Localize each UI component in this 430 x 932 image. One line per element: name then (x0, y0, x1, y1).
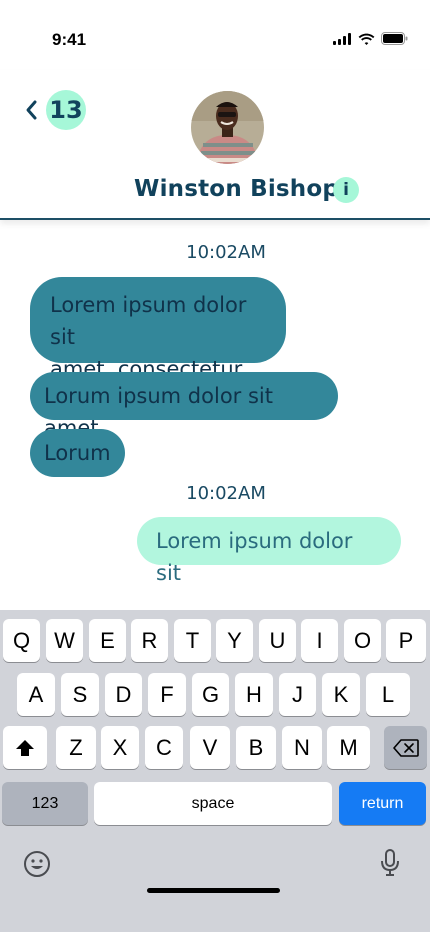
key-v[interactable]: V (190, 726, 230, 769)
battery-icon (381, 32, 408, 45)
key-t[interactable]: T (174, 619, 211, 662)
delete-key[interactable] (384, 726, 427, 769)
chevron-left-icon (24, 90, 44, 130)
back-button[interactable]: 13 (24, 90, 86, 130)
key-a[interactable]: A (17, 673, 55, 716)
info-button[interactable]: i (333, 177, 359, 203)
key-n[interactable]: N (282, 726, 322, 769)
status-icons (333, 32, 408, 45)
outgoing-message-bubble[interactable]: Lorem ipsum dolor sit (137, 517, 401, 585)
keyboard: Q W E R T Y U I O P A S D F G H J K L Z … (0, 610, 430, 932)
key-z[interactable]: Z (56, 726, 96, 769)
space-key[interactable]: space (94, 782, 332, 825)
numbers-key[interactable]: 123 (2, 782, 88, 825)
wifi-icon (358, 33, 375, 45)
return-key[interactable]: return (339, 782, 426, 825)
key-o[interactable]: O (344, 619, 381, 662)
key-c[interactable]: C (145, 726, 183, 769)
status-time: 9:41 (52, 30, 87, 49)
key-l[interactable]: L (366, 673, 410, 716)
status-bar: 9:41 (0, 0, 430, 70)
key-x[interactable]: X (101, 726, 139, 769)
key-s[interactable]: S (61, 673, 99, 716)
unread-count-badge: 13 (46, 90, 86, 130)
dictation-button[interactable] (380, 848, 400, 878)
message-timestamp: 10:02AM (186, 242, 266, 263)
message-text: Lorum (44, 441, 111, 465)
shift-icon (16, 739, 34, 756)
key-r[interactable]: R (131, 619, 168, 662)
key-u[interactable]: U (259, 619, 296, 662)
key-h[interactable]: H (235, 673, 273, 716)
key-j[interactable]: J (279, 673, 316, 716)
contact-photo (191, 91, 264, 164)
microphone-icon (381, 849, 399, 876)
key-g[interactable]: G (192, 673, 229, 716)
key-p[interactable]: P (386, 619, 426, 662)
key-q[interactable]: Q (3, 619, 40, 662)
home-indicator (147, 888, 280, 893)
incoming-message-bubble[interactable]: Lorum ipsum dolor sit amet (30, 372, 338, 440)
avatar[interactable] (191, 91, 264, 164)
key-m[interactable]: M (327, 726, 370, 769)
emoji-icon (24, 851, 50, 877)
shift-key[interactable] (3, 726, 47, 769)
key-d[interactable]: D (105, 673, 142, 716)
key-y[interactable]: Y (216, 619, 253, 662)
key-k[interactable]: K (322, 673, 360, 716)
key-b[interactable]: B (236, 726, 276, 769)
message-timestamp: 10:02AM (186, 483, 266, 504)
key-e[interactable]: E (89, 619, 126, 662)
backspace-icon (392, 738, 419, 757)
message-text: Lorem ipsum dolor sit (50, 293, 247, 349)
message-text: Lorem ipsum dolor sit (156, 529, 353, 585)
emoji-button[interactable] (23, 850, 51, 878)
signal-icon (333, 32, 351, 45)
incoming-message-bubble[interactable]: Lorem ipsum dolor sit amet, consectetur (30, 277, 286, 381)
incoming-message-bubble[interactable]: Lorum (30, 429, 125, 477)
key-w[interactable]: W (46, 619, 83, 662)
key-i[interactable]: I (301, 619, 338, 662)
key-f[interactable]: F (148, 673, 186, 716)
contact-name[interactable]: Winston Bishop (134, 176, 339, 202)
chat-header: 13 Winston Bishop i (0, 70, 430, 220)
